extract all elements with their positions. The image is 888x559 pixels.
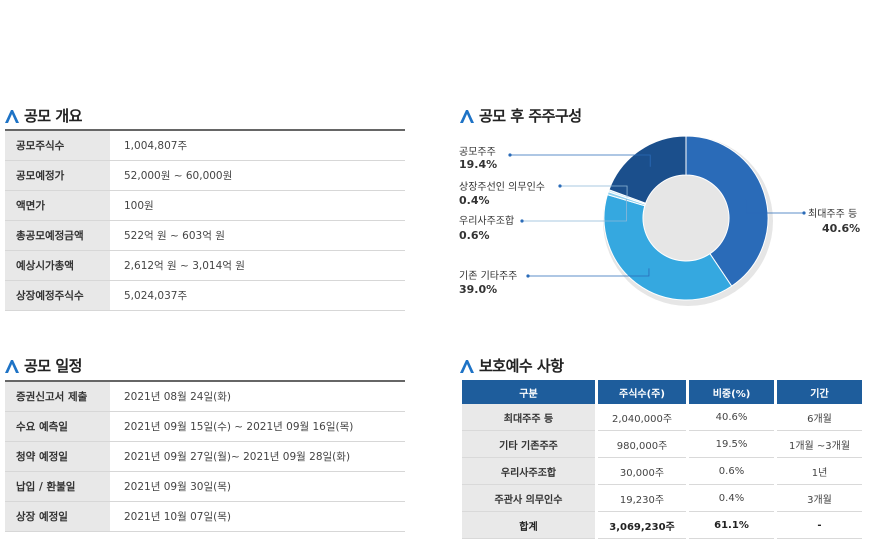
row-value: 2021년 10월 07일(목) [110,501,405,532]
pct-underwriter: 0.4% [459,194,490,207]
lockup-cell: 2,040,000주 [598,404,686,431]
row-value: 522억 원 ~ 603억 원 [110,220,405,251]
overview-table: 공모주식수 1,004,807주 공모예정가 52,000원 ~ 60,000원 액면가… [5,129,405,311]
lockup-row: 합계 3,069,230주 61.1% - [462,512,862,539]
row-value: 5,024,037주 [110,280,405,311]
lockup-header-cell: 주식수(주) [598,380,686,404]
lockup-cell: 1개월 ~3개월 [777,431,862,458]
row-label: 공모주식수 [5,129,110,161]
overview-row: 액면가 100원 [5,190,405,221]
row-value: 100원 [110,190,405,221]
row-value: 2021년 09월 30일(목) [110,471,405,502]
row-label: 총공모예정금액 [5,220,110,251]
lockup-header-cell: 구분 [462,380,595,404]
lockup-cell: 61.1% [689,512,774,539]
lockup-row: 기타 기존주주 980,000주 19.5% 1개월 ~3개월 [462,431,862,458]
pct-public: 19.4% [459,158,498,171]
overview-title: 공모 개요 [4,105,82,126]
lockup-cell: 19.5% [689,431,774,458]
lockup-table: 구분 주식수(주) 비중(%) 기간 최대주주 등 2,040,000주 40.6% 6개월… [459,380,865,539]
lockup-cell: 6개월 [777,404,862,431]
row-label: 납입 / 환불일 [5,471,110,502]
label-esop: 우리사주조합 [459,216,515,227]
lockup-header-cell: 기간 [777,380,862,404]
lockup-cell: 3,069,230주 [598,512,686,539]
lockup-cell: 1년 [777,458,862,485]
brand-logo-icon [460,109,474,123]
composition-title: 공모 후 주주구성 [459,105,582,126]
lockup-cell: 주관사 의무인수 [462,485,595,512]
row-value: 1,004,807주 [110,129,405,161]
lockup-cell: 0.6% [689,458,774,485]
schedule-title-text: 공모 일정 [24,357,82,375]
schedule-row: 수요 예측일 2021년 09월 15일(수) ~ 2021년 09월 16일(목… [5,411,405,442]
label-largest: 최대주주 등 [808,209,858,220]
lockup-row: 우리사주조합 30,000주 0.6% 1년 [462,458,862,485]
composition-title-text: 공모 후 주주구성 [479,107,582,125]
schedule-row: 증권신고서 제출 2021년 08월 24일(화) [5,380,405,412]
lockup-title: 보호예수 사항 [459,355,564,376]
brand-logo-icon [460,359,474,373]
lockup-cell: 최대주주 등 [462,404,595,431]
overview-row: 총공모예정금액 522억 원 ~ 603억 원 [5,220,405,251]
label-existing-other: 기존 기타주주 [459,271,518,282]
lockup-cell: 19,230주 [598,485,686,512]
schedule-table: 증권신고서 제출 2021년 08월 24일(화) 수요 예측일 2021년 09월 … [5,380,405,532]
lockup-title-text: 보호예수 사항 [479,357,564,375]
schedule-row: 상장 예정일 2021년 10월 07일(목) [5,501,405,532]
lockup-cell: 기타 기존주주 [462,431,595,458]
leader-dot [802,211,806,215]
row-label: 상장 예정일 [5,501,110,532]
lockup-cell: 0.4% [689,485,774,512]
row-value: 2,612억 원 ~ 3,014억 원 [110,250,405,281]
overview-row: 상장예정주식수 5,024,037주 [5,280,405,311]
pct-largest: 40.6% [822,222,861,235]
lockup-cell: 40.6% [689,404,774,431]
schedule-row: 청약 예정일 2021년 09월 27일(월)~ 2021년 09월 28일(화) [5,441,405,472]
leader-dot [526,274,530,278]
overview-title-text: 공모 개요 [24,107,82,125]
schedule-title: 공모 일정 [4,355,82,376]
lockup-cell: 우리사주조합 [462,458,595,485]
lockup-cell: 3개월 [777,485,862,512]
row-value: 52,000원 ~ 60,000원 [110,160,405,191]
row-label: 증권신고서 제출 [5,380,110,412]
row-value: 2021년 08월 24일(화) [110,380,405,412]
overview-row: 공모주식수 1,004,807주 [5,129,405,161]
row-label: 예상시가총액 [5,250,110,281]
lockup-row: 주관사 의무인수 19,230주 0.4% 3개월 [462,485,862,512]
lockup-cell: 980,000주 [598,431,686,458]
schedule-row: 납입 / 환불일 2021년 09월 30일(목) [5,471,405,502]
leader-dot [508,153,512,157]
row-label: 공모예정가 [5,160,110,191]
lockup-cell: - [777,512,862,539]
row-value: 2021년 09월 15일(수) ~ 2021년 09월 16일(목) [110,411,405,442]
lockup-cell: 합계 [462,512,595,539]
leader-dot [520,219,524,223]
brand-logo-icon [5,109,19,123]
overview-row: 공모예정가 52,000원 ~ 60,000원 [5,160,405,191]
pct-esop: 0.6% [459,229,490,242]
row-value: 2021년 09월 27일(월)~ 2021년 09월 28일(화) [110,441,405,472]
row-label: 상장예정주식수 [5,280,110,311]
row-label: 수요 예측일 [5,411,110,442]
leader-dot [558,184,562,188]
row-label: 청약 예정일 [5,441,110,472]
lockup-cell: 30,000주 [598,458,686,485]
overview-row: 예상시가총액 2,612억 원 ~ 3,014억 원 [5,250,405,281]
lockup-row: 최대주주 등 2,040,000주 40.6% 6개월 [462,404,862,431]
label-underwriter: 상장주선인 의무인수 [459,182,545,193]
brand-logo-icon [5,359,19,373]
row-label: 액면가 [5,190,110,221]
lockup-header-cell: 비중(%) [689,380,774,404]
pct-existing-other: 39.0% [459,283,498,296]
